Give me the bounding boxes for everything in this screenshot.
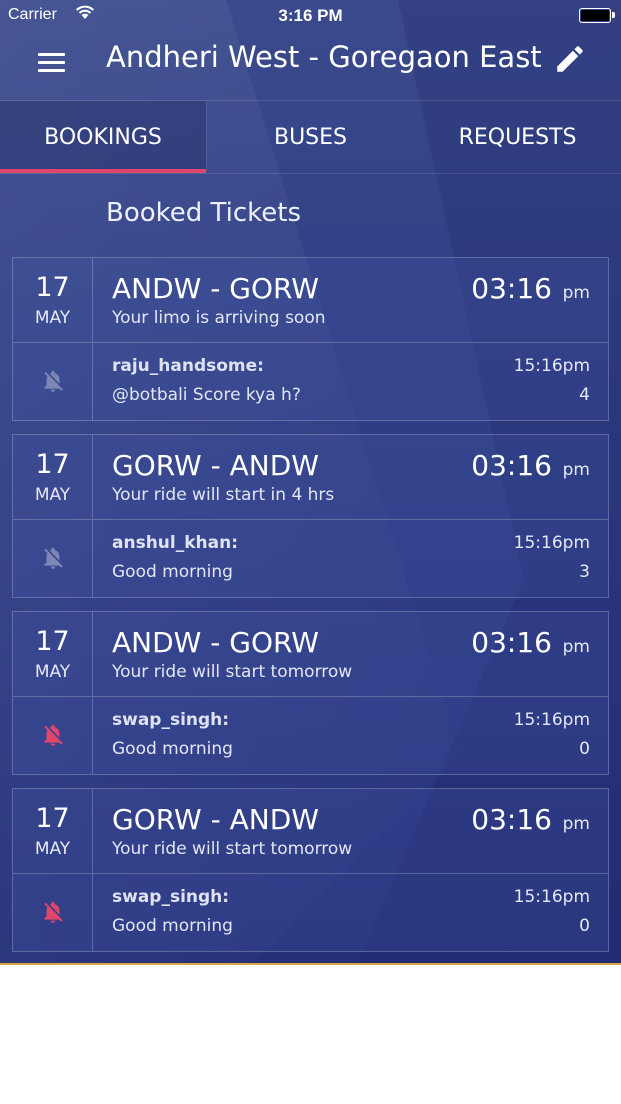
message-time: 15:16pm <box>513 356 590 376</box>
tab-label: REQUESTS <box>458 124 577 150</box>
notification-toggle[interactable] <box>13 874 93 951</box>
app-bar: Andheri West - Goregaon East <box>0 32 621 100</box>
app-screen: Carrier 3:16 PM Andheri West - Goregaon … <box>0 0 621 965</box>
bell-off-icon <box>44 901 63 923</box>
route-box: ANDW - GORW 03:16 pm Your ride will star… <box>93 612 608 697</box>
tab-bar: BOOKINGS BUSES REQUESTS <box>0 100 621 174</box>
message-sender: raju_handsome: <box>112 356 264 376</box>
message-text: Good morning <box>112 916 233 936</box>
date-month: MAY <box>34 308 71 328</box>
tab-buses[interactable]: BUSES <box>207 101 414 173</box>
message-time: 15:16pm <box>513 533 590 553</box>
menu-icon[interactable] <box>36 47 66 77</box>
notification-toggle[interactable] <box>13 697 93 774</box>
latest-message: swap_singh: 15:16pm Good morning 0 <box>93 874 608 951</box>
ride-status-text: Your limo is arriving soon <box>112 308 326 328</box>
departure-time: 03:16 <box>471 272 552 305</box>
departure-ampm: pm <box>562 637 590 657</box>
message-text: Good morning <box>112 562 233 582</box>
date-box: 17 MAY <box>13 435 93 520</box>
notification-toggle[interactable] <box>13 343 93 420</box>
message-time: 15:16pm <box>513 710 590 730</box>
departure-time: 03:16 <box>471 449 552 482</box>
tab-requests[interactable]: REQUESTS <box>414 101 621 173</box>
bell-off-icon <box>44 724 63 746</box>
date-box: 17 MAY <box>13 612 93 697</box>
bell-off-icon <box>44 370 63 392</box>
ride-status-text: Your ride will start in 4 hrs <box>112 485 335 505</box>
tab-bookings[interactable]: BOOKINGS <box>0 101 207 173</box>
latest-message: anshul_khan: 15:16pm Good morning 3 <box>93 520 608 597</box>
ride-status-text: Your ride will start tomorrow <box>112 662 353 682</box>
booking-card[interactable]: 17 MAY GORW - ANDW 03:16 pm Your ride wi… <box>12 434 609 598</box>
booking-card[interactable]: 17 MAY ANDW - GORW 03:16 pm Your limo is… <box>12 257 609 421</box>
tab-label: BUSES <box>273 124 348 150</box>
status-time: 3:16 PM <box>278 6 343 25</box>
route-box: GORW - ANDW 03:16 pm Your ride will star… <box>93 789 608 874</box>
route-box: ANDW - GORW 03:16 pm Your limo is arrivi… <box>93 258 608 343</box>
unread-count: 0 <box>579 916 590 936</box>
date-box: 17 MAY <box>13 789 93 874</box>
section-title: Booked Tickets <box>106 198 302 228</box>
date-day: 17 <box>35 272 70 303</box>
route-label: GORW - ANDW <box>112 449 319 482</box>
date-box: 17 MAY <box>13 258 93 343</box>
message-sender: swap_singh: <box>112 887 230 907</box>
battery-icon <box>579 8 615 23</box>
departure-time: 03:16 <box>471 803 552 836</box>
route-label: ANDW - GORW <box>112 626 319 659</box>
route-label: ANDW - GORW <box>112 272 319 305</box>
unread-count: 0 <box>579 739 590 759</box>
message-text: Good morning <box>112 739 233 759</box>
route-box: GORW - ANDW 03:16 pm Your ride will star… <box>93 435 608 520</box>
departure-ampm: pm <box>562 460 590 480</box>
date-day: 17 <box>35 449 70 480</box>
unread-count: 3 <box>579 562 590 582</box>
date-month: MAY <box>34 485 71 505</box>
notification-toggle[interactable] <box>13 520 93 597</box>
message-text: @botbali Score kya h? <box>112 385 301 405</box>
booking-card[interactable]: 17 MAY ANDW - GORW 03:16 pm Your ride wi… <box>12 611 609 775</box>
date-day: 17 <box>35 626 70 657</box>
ride-status-text: Your ride will start tomorrow <box>112 839 353 859</box>
booking-card[interactable]: 17 MAY GORW - ANDW 03:16 pm Your ride wi… <box>12 788 609 952</box>
app-title: Andheri West - Goregaon East <box>106 40 542 74</box>
message-sender: swap_singh: <box>112 710 230 730</box>
bottom-accent-stripe <box>0 963 621 965</box>
route-label: GORW - ANDW <box>112 803 319 836</box>
status-bar: Carrier 3:16 PM <box>0 0 621 32</box>
departure-ampm: pm <box>562 283 590 303</box>
date-month: MAY <box>34 839 71 859</box>
tab-label: BOOKINGS <box>44 124 162 150</box>
unread-count: 4 <box>579 385 590 405</box>
departure-time: 03:16 <box>471 626 552 659</box>
latest-message: raju_handsome: 15:16pm @botbali Score ky… <box>93 343 608 420</box>
active-tab-indicator <box>0 169 206 173</box>
message-sender: anshul_khan: <box>112 533 239 553</box>
latest-message: swap_singh: 15:16pm Good morning 0 <box>93 697 608 774</box>
departure-ampm: pm <box>562 814 590 834</box>
edit-pencil-icon[interactable] <box>553 42 587 76</box>
date-month: MAY <box>34 662 71 682</box>
bell-off-icon <box>44 547 63 569</box>
message-time: 15:16pm <box>513 887 590 907</box>
date-day: 17 <box>35 803 70 834</box>
